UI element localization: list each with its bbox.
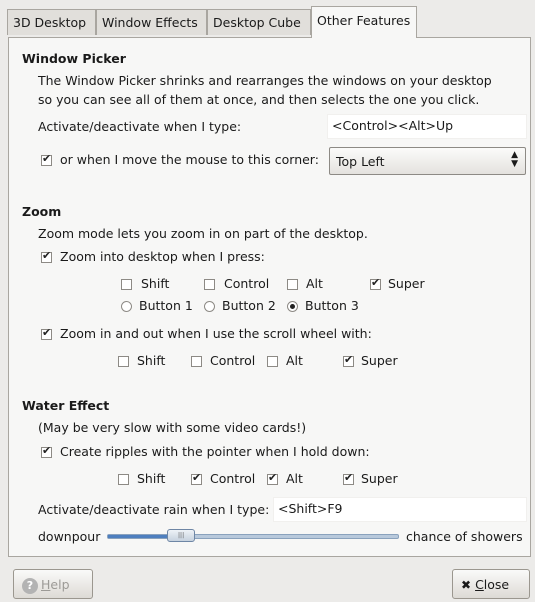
ripple-alt-label: Alt [286, 471, 303, 486]
button3-radio[interactable] [287, 301, 298, 312]
window-picker-activate-label: Activate/deactivate when I type: [38, 119, 242, 134]
water-effect-heading: Water Effect [22, 398, 110, 413]
button2-label: Button 2 [222, 298, 276, 313]
zoom-press-checkbox[interactable] [41, 249, 52, 263]
slider-max-label: chance of showers [406, 529, 523, 544]
help-icon: ? [22, 577, 38, 594]
tab-label: Desktop Cube [213, 15, 301, 30]
zoom-press-control-checkbox[interactable] [204, 279, 215, 290]
button1-label: Button 1 [139, 298, 193, 313]
tab-desktop-cube[interactable]: Desktop Cube [207, 9, 311, 35]
window-picker-description: so you can see all of them at once, and … [38, 92, 480, 107]
tab-label: Window Effects [102, 15, 198, 30]
mouse-corner-label: or when I move the mouse to this corner: [60, 152, 319, 167]
close-button[interactable]: ✖ Close [452, 569, 530, 599]
button3-label: Button 3 [305, 298, 359, 313]
button2-radio[interactable] [204, 301, 215, 312]
updown-arrows-icon: ▲ ▼ [511, 150, 518, 169]
rain-activate-label: Activate/deactivate rain when I type: [38, 502, 270, 517]
help-button[interactable]: ? Help [13, 569, 93, 599]
zoom-scroll-control-label: Control [210, 353, 256, 368]
zoom-description: Zoom mode lets you zoom in on part of th… [38, 226, 368, 241]
zoom-press-label: Zoom into desktop when I press: [60, 249, 265, 264]
ripples-checkbox[interactable] [41, 444, 52, 458]
zoom-scroll-alt-label: Alt [286, 353, 303, 368]
zoom-press-super-checkbox[interactable] [370, 276, 381, 290]
zoom-scroll-checkbox[interactable] [41, 326, 52, 340]
zoom-scroll-shift-checkbox[interactable] [118, 356, 129, 367]
corner-select[interactable]: Top Left ▲ ▼ [329, 147, 526, 175]
zoom-press-control-label: Control [224, 276, 270, 291]
zoom-press-shift-label: Shift [141, 276, 170, 291]
ripples-label: Create ripples with the pointer when I h… [60, 444, 370, 459]
zoom-scroll-control-checkbox[interactable] [191, 356, 202, 367]
close-icon: ✖ [461, 578, 472, 592]
zoom-scroll-super-label: Super [361, 353, 398, 368]
button1-radio[interactable] [121, 301, 132, 312]
tab-label: 3D Desktop [13, 15, 87, 30]
rain-slider[interactable] [107, 534, 399, 539]
window-picker-heading: Window Picker [22, 51, 126, 66]
tab-3d-desktop[interactable]: 3D Desktop [7, 9, 96, 35]
help-label: elp [50, 577, 70, 592]
corner-select-value: Top Left [336, 154, 385, 169]
zoom-press-shift-checkbox[interactable] [121, 279, 132, 290]
zoom-scroll-label: Zoom in and out when I use the scroll wh… [60, 326, 372, 341]
ripple-control-label: Control [210, 471, 256, 486]
help-mnemonic: H [41, 577, 51, 592]
mouse-corner-checkbox[interactable] [41, 152, 52, 166]
slider-min-label: downpour [38, 529, 101, 544]
window-picker-shortcut-field[interactable]: <Control><Alt>Up [327, 114, 527, 139]
ripple-control-checkbox[interactable] [191, 471, 202, 485]
zoom-scroll-alt-checkbox[interactable] [267, 356, 278, 367]
ripple-shift-checkbox[interactable] [118, 474, 129, 485]
tab-other-features[interactable]: Other Features [311, 6, 417, 38]
zoom-press-alt-checkbox[interactable] [287, 279, 298, 290]
zoom-scroll-super-checkbox[interactable] [343, 353, 354, 367]
tab-label: Other Features [317, 13, 411, 28]
close-mnemonic: C [475, 577, 484, 592]
water-effect-note: (May be very slow with some video cards!… [38, 420, 307, 435]
ripple-super-label: Super [361, 471, 398, 486]
zoom-press-super-label: Super [388, 276, 425, 291]
window-picker-description: The Window Picker shrinks and rearranges… [38, 73, 492, 88]
zoom-press-alt-label: Alt [306, 276, 323, 291]
rain-shortcut-field[interactable]: <Shift>F9 [273, 497, 527, 522]
ripple-super-checkbox[interactable] [343, 471, 354, 485]
zoom-heading: Zoom [22, 204, 62, 219]
rain-slider-thumb[interactable]: ||| [167, 529, 196, 542]
tab-window-effects[interactable]: Window Effects [96, 9, 207, 35]
close-label: lose [483, 577, 510, 592]
zoom-scroll-shift-label: Shift [137, 353, 166, 368]
ripple-shift-label: Shift [137, 471, 166, 486]
ripple-alt-checkbox[interactable] [267, 471, 278, 485]
